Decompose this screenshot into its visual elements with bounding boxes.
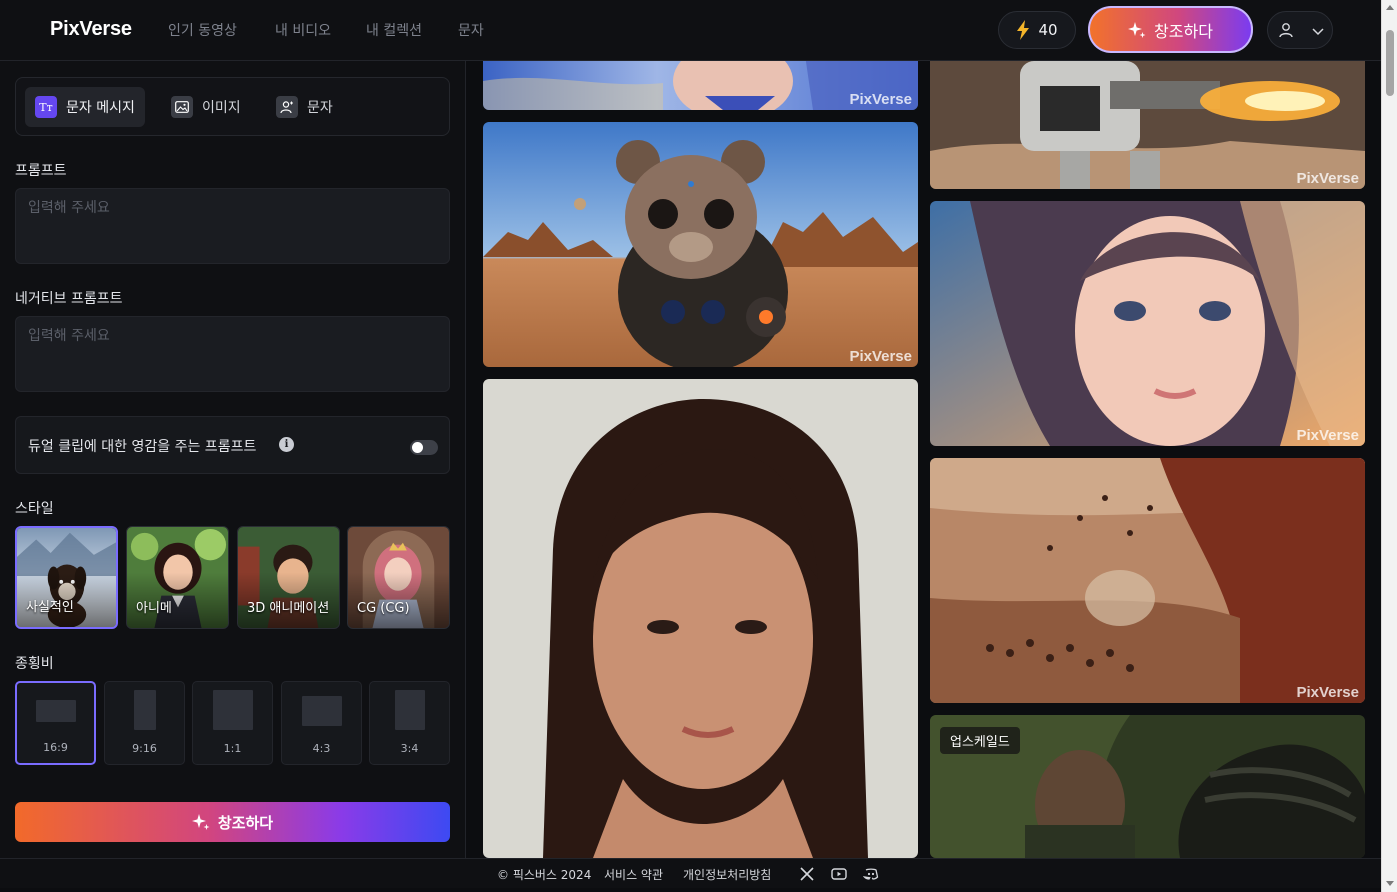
lightning-icon [1017,20,1030,40]
discord-icon[interactable] [863,866,879,882]
create-button[interactable]: 창조하다 [15,802,450,842]
scroll-up-arrow-icon[interactable] [1386,5,1394,10]
ratio-16-9-label: 16:9 [43,741,68,754]
ratio-16-9[interactable]: 16:9 [15,681,96,765]
aspect-ratio-picker: 16:9 9:16 1:1 4:3 3:4 [15,681,450,765]
watermark: PixVerse [849,348,912,365]
dual-clip-label: 듀얼 클립에 대한 영감을 주는 프롬프트 [28,439,257,455]
negative-prompt-placeholder: 입력해 주세요 [28,328,110,344]
video-thumbnail [483,122,918,367]
nav-my-collection[interactable]: 내 컬렉션 [366,20,422,40]
style-3d-label: 3D 애니메이션 [247,601,330,616]
style-realistic-label: 사실적인 [26,600,74,615]
dual-clip-toggle[interactable] [410,440,438,455]
ratio-9-16-label: 9:16 [132,742,157,755]
youtube-icon[interactable] [831,866,847,882]
x-twitter-icon[interactable] [799,866,815,882]
prompt-placeholder: 입력해 주세요 [28,200,110,216]
privacy-link[interactable]: 개인정보처리방침 [683,866,771,883]
tab-character-label: 문자 [307,100,333,116]
character-mode-icon [276,96,298,118]
ratio-3-4[interactable]: 3:4 [369,681,450,765]
negative-prompt-label: 네거티브 프롬프트 [15,291,123,307]
ratio-4-3-label: 4:3 [312,742,331,755]
ratio-shape [213,690,253,730]
ratio-4-3[interactable]: 4:3 [281,681,362,765]
gallery-card[interactable]: 업스케일드 [930,715,1365,858]
gallery-card[interactable]: PixVerse [483,61,918,110]
video-gallery: PixVerse PixVerse PixVerse PixVerse PixV… [467,61,1381,858]
prompt-input[interactable]: 입력해 주세요 [15,188,450,264]
top-navigation-bar: PixVerse 인기 동영상 내 비디오 내 컬렉션 문자 40 창조하다 [0,0,1381,61]
pixverse-logo[interactable]: PixVerse [50,18,132,41]
style-anime-label: 아니메 [136,601,172,616]
image-mode-icon [171,96,193,118]
text-mode-icon: Tт [35,96,57,118]
header-create-button[interactable]: 창조하다 [1088,6,1253,53]
ratio-1-1-label: 1:1 [223,742,242,755]
aspect-ratio-label: 종횡비 [15,656,54,672]
watermark: PixVerse [1296,170,1359,187]
footer: © 픽스버스 2024 서비스 약관 개인정보처리방침 [0,858,1381,888]
style-option-anime[interactable]: 아니메 [126,526,229,629]
negative-prompt-input[interactable]: 입력해 주세요 [15,316,450,392]
video-thumbnail [930,201,1365,446]
sparkle-icon [1128,21,1146,38]
nav-my-videos[interactable]: 내 비디오 [275,20,331,40]
copyright-text: © 픽스버스 2024 [497,868,592,882]
video-thumbnail [483,379,918,858]
info-icon[interactable]: i [279,437,294,452]
style-cg-label: CG (CG) [357,601,410,616]
tab-text-label: 문자 메시지 [66,100,135,116]
upscaled-badge: 업스케일드 [940,727,1020,754]
credits-badge[interactable]: 40 [998,11,1076,49]
account-menu[interactable] [1267,11,1333,49]
generation-panel: Tт 문자 메시지 이미지 문자 프롬프트 입력해 주세요 네거티브 프롬프트 … [0,61,466,858]
terms-link[interactable]: 서비스 약관 [604,866,663,883]
nav-popular-videos[interactable]: 인기 동영상 [168,20,237,40]
tab-image-label: 이미지 [202,100,241,116]
style-option-3d-animation[interactable]: 3D 애니메이션 [237,526,340,629]
gallery-card[interactable] [483,379,918,858]
prompt-label: 프롬프트 [15,163,67,179]
toggle-knob [412,442,423,453]
gallery-card[interactable]: PixVerse [930,458,1365,703]
gallery-card[interactable]: PixVerse [930,201,1365,446]
scroll-down-arrow-icon[interactable] [1386,881,1394,886]
ratio-9-16[interactable]: 9:16 [104,681,185,765]
ratio-3-4-label: 3:4 [400,742,419,755]
credits-count: 40 [1038,21,1058,39]
style-option-cg[interactable]: CG (CG) [347,526,450,629]
style-option-realistic[interactable]: 사실적인 [15,526,118,629]
sparkle-icon [191,814,210,830]
nav-characters[interactable]: 문자 [458,20,484,40]
header-create-label: 창조하다 [1154,21,1213,41]
tab-character[interactable]: 문자 [266,87,343,127]
gallery-card[interactable]: PixVerse [930,61,1365,189]
video-thumbnail [930,458,1365,703]
user-icon [1279,23,1293,38]
ratio-shape [134,690,156,730]
watermark: PixVerse [849,91,912,108]
create-button-label: 창조하다 [217,813,274,832]
ratio-1-1[interactable]: 1:1 [192,681,273,765]
ratio-shape [395,690,425,730]
dual-clip-option: 듀얼 클립에 대한 영감을 주는 프롬프트 i [15,416,450,474]
style-picker: 사실적인 아니메 3D 애니메이션 CG (CG) [15,526,450,629]
ratio-shape [302,696,342,726]
tab-text-to-video[interactable]: Tт 문자 메시지 [25,87,145,127]
ratio-shape [36,700,76,722]
watermark: PixVerse [1296,684,1359,701]
chevron-down-icon [1312,28,1324,36]
tab-image-to-video[interactable]: 이미지 [161,87,251,127]
gallery-card[interactable]: PixVerse [483,122,918,367]
scrollbar-thumb[interactable] [1386,30,1394,96]
watermark: PixVerse [1296,427,1359,444]
page-scrollbar[interactable] [1381,0,1397,892]
mode-tabs: Tт 문자 메시지 이미지 문자 [15,77,450,136]
style-label: 스타일 [15,501,54,517]
